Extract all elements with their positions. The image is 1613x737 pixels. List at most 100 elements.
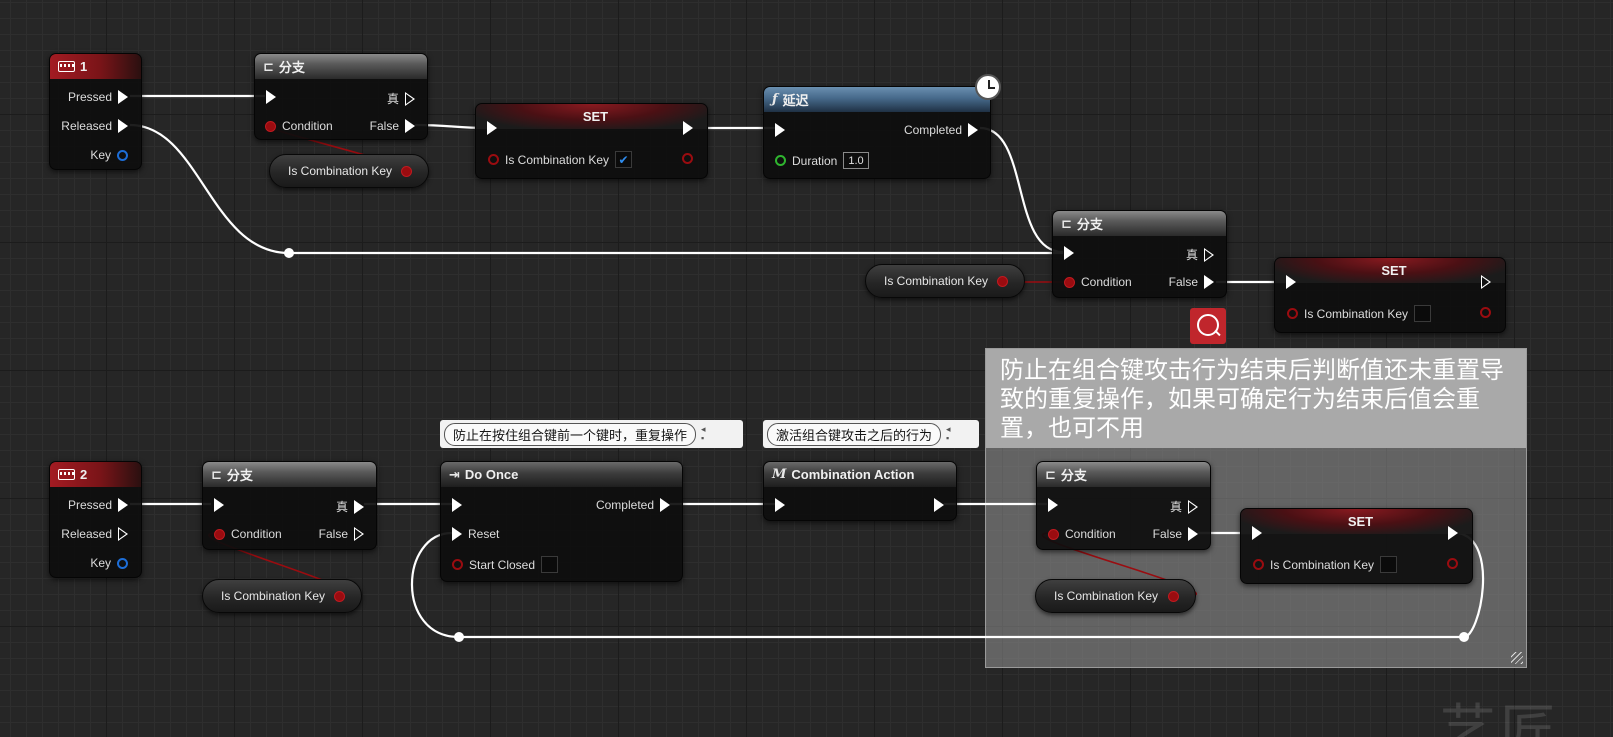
- exec-in-pin-icon[interactable]: [1064, 246, 1074, 260]
- pin-comment-icon[interactable]: ◂ ▪: [946, 425, 956, 443]
- true-pin-row[interactable]: 真: [1170, 498, 1198, 515]
- set-3-header[interactable]: SET: [1241, 509, 1472, 534]
- key-1-event-node[interactable]: 1 Pressed Released Key: [49, 53, 142, 170]
- set-node-1[interactable]: SET Is Combination Key ✔: [475, 103, 708, 179]
- combination-action-node[interactable]: M Combination Action: [763, 461, 957, 521]
- bool-in-pin-icon[interactable]: [1287, 308, 1298, 319]
- bool-out-pin-icon[interactable]: [1447, 558, 1458, 569]
- bool-pin-icon[interactable]: [1064, 276, 1075, 288]
- condition-pin-row[interactable]: Condition: [265, 119, 333, 133]
- is-combination-key-getter-2[interactable]: Is Combination Key: [865, 264, 1025, 298]
- bool-out-pin-icon[interactable]: [1168, 590, 1179, 602]
- duration-pin-row[interactable]: Duration 1.0: [775, 152, 869, 169]
- set-2-header[interactable]: SET: [1275, 258, 1505, 283]
- combination-action-header[interactable]: M Combination Action: [764, 462, 956, 487]
- key-2-header[interactable]: 2: [50, 462, 141, 487]
- delay-node[interactable]: ƒ 延迟 Completed Duration 1.0: [763, 86, 991, 179]
- set-3-out-row[interactable]: [1447, 558, 1458, 569]
- bool-pin-icon[interactable]: [214, 528, 225, 540]
- exec-out-pin-icon[interactable]: [660, 498, 670, 512]
- released-pin-row[interactable]: Released: [61, 527, 128, 541]
- exec-in-row[interactable]: [266, 90, 276, 104]
- key-pin-row[interactable]: Key: [90, 148, 128, 162]
- duration-input[interactable]: 1.0: [843, 152, 869, 169]
- bool-in-pin-icon[interactable]: [452, 559, 463, 570]
- bool-in-pin-icon[interactable]: [1253, 559, 1264, 570]
- exec-out-pin-icon[interactable]: [118, 90, 128, 104]
- branch-node-2[interactable]: ⊏ 分支 真 Condition False: [1052, 210, 1227, 298]
- exec-in-row[interactable]: [487, 121, 497, 135]
- exec-out-pin-icon[interactable]: [1481, 275, 1491, 289]
- set-1-out-row[interactable]: [682, 153, 693, 164]
- exec-in-pin-icon[interactable]: [1048, 498, 1058, 512]
- exec-in-pin-icon[interactable]: [1286, 275, 1296, 289]
- exec-in-pin-icon[interactable]: [775, 123, 785, 137]
- branch-node-1[interactable]: ⊏ 分支 真 Condition False: [254, 53, 428, 140]
- exec-out-row[interactable]: [1481, 275, 1491, 289]
- key-pin-row[interactable]: Key: [90, 556, 128, 570]
- false-pin-row[interactable]: False: [1153, 527, 1198, 541]
- checkbox-checked[interactable]: ✔: [615, 151, 633, 168]
- delay-header[interactable]: ƒ 延迟: [764, 87, 990, 112]
- true-pin-row[interactable]: 真: [336, 498, 364, 515]
- exec-in-pin-icon[interactable]: [775, 498, 785, 512]
- branch-1-header[interactable]: ⊏ 分支: [255, 54, 427, 79]
- exec-out-pin-icon[interactable]: [1448, 526, 1458, 540]
- struct-pin-icon[interactable]: [117, 149, 128, 161]
- set-2-out-row[interactable]: [1480, 307, 1491, 318]
- exec-out-pin-icon[interactable]: [118, 119, 128, 133]
- condition-pin-row[interactable]: Condition: [1048, 527, 1116, 541]
- combo-comment-text[interactable]: 激活组合键攻击之后的行为: [767, 422, 942, 446]
- exec-out-pin-icon[interactable]: [1188, 499, 1198, 514]
- exec-out-row[interactable]: [934, 498, 944, 512]
- exec-out-pin-icon[interactable]: [405, 119, 415, 133]
- exec-in-pin-icon[interactable]: [487, 121, 497, 135]
- bool-out-pin-icon[interactable]: [401, 165, 412, 177]
- set-1-value-row[interactable]: Is Combination Key ✔: [488, 151, 633, 168]
- exec-out-pin-icon[interactable]: [683, 121, 693, 135]
- reset-pin-row[interactable]: Reset: [452, 527, 499, 541]
- is-combination-key-getter-1[interactable]: Is Combination Key: [269, 154, 429, 188]
- branch-3-header[interactable]: ⊏ 分支: [203, 462, 376, 487]
- bool-out-pin-icon[interactable]: [682, 153, 693, 164]
- struct-pin-icon[interactable]: [117, 557, 128, 569]
- set-node-3[interactable]: SET Is Combination Key: [1240, 508, 1473, 584]
- false-pin-row[interactable]: False: [319, 527, 364, 541]
- exec-out-pin-icon[interactable]: [1204, 275, 1214, 289]
- key-1-header[interactable]: 1: [50, 54, 141, 79]
- exec-out-pin-icon[interactable]: [1188, 527, 1198, 541]
- exec-in-row[interactable]: [1064, 246, 1074, 260]
- exec-in-row[interactable]: [214, 498, 224, 512]
- doonce-comment-text[interactable]: 防止在按住组合键前一个键时，重复操作: [444, 422, 697, 446]
- doonce-comment-bubble[interactable]: 防止在按住组合键前一个键时，重复操作 ◂ ▪: [440, 420, 743, 448]
- exec-in-row[interactable]: [1252, 526, 1262, 540]
- resize-handle[interactable]: [1511, 652, 1523, 664]
- set-node-2[interactable]: SET Is Combination Key: [1274, 257, 1506, 333]
- false-pin-row[interactable]: False: [370, 119, 415, 133]
- exec-in-pin-icon[interactable]: [214, 498, 224, 512]
- exec-out-row[interactable]: [683, 121, 693, 135]
- do-once-header[interactable]: ⇥ Do Once: [441, 462, 682, 487]
- start-closed-pin-row[interactable]: Start Closed: [452, 556, 559, 573]
- condition-pin-row[interactable]: Condition: [1064, 275, 1132, 289]
- bool-out-pin-icon[interactable]: [997, 275, 1008, 287]
- false-pin-row[interactable]: False: [1169, 275, 1214, 289]
- completed-pin-row[interactable]: Completed: [596, 498, 670, 512]
- exec-in-row[interactable]: [452, 498, 462, 512]
- branch-2-header[interactable]: ⊏ 分支: [1053, 211, 1226, 236]
- do-once-node[interactable]: ⇥ Do Once Completed Reset Start Closed: [440, 461, 683, 582]
- exec-out-pin-icon[interactable]: [354, 527, 364, 541]
- exec-out-pin-icon[interactable]: [934, 498, 944, 512]
- exec-in-pin-icon[interactable]: [452, 498, 462, 512]
- completed-pin-row[interactable]: Completed: [904, 123, 978, 137]
- checkbox-unchecked[interactable]: [1414, 305, 1432, 322]
- pressed-pin-row[interactable]: Pressed: [68, 498, 128, 512]
- exec-in-pin-icon[interactable]: [452, 527, 462, 541]
- set-2-value-row[interactable]: Is Combination Key: [1287, 305, 1432, 322]
- branch-4-header[interactable]: ⊏ 分支: [1037, 462, 1210, 487]
- exec-in-pin-icon[interactable]: [266, 90, 276, 104]
- search-icon[interactable]: [1190, 308, 1226, 344]
- set-1-header[interactable]: SET: [476, 104, 707, 129]
- exec-out-pin-icon[interactable]: [118, 527, 128, 541]
- exec-in-row[interactable]: [1048, 498, 1058, 512]
